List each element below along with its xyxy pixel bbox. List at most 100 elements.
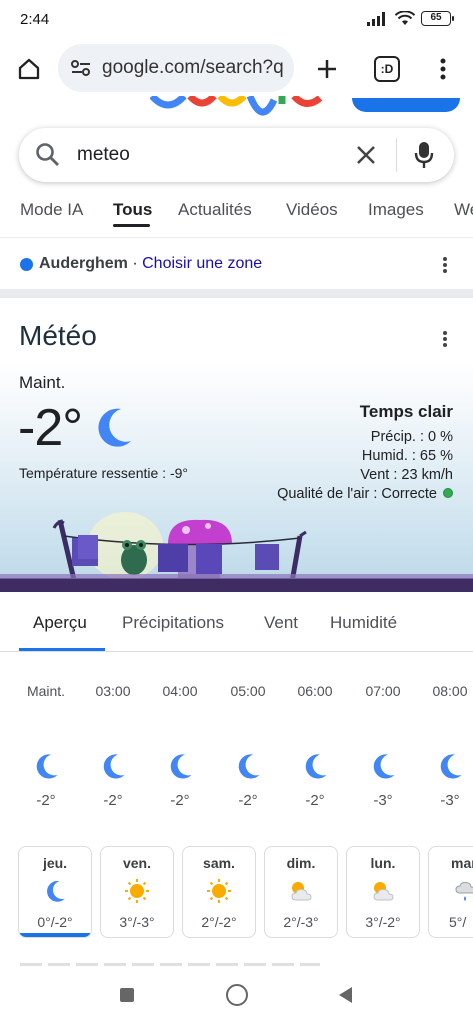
hour-time: 04:00 [162, 683, 198, 699]
search-input[interactable]: meteo [77, 144, 130, 166]
hour-temp: -2° [305, 792, 325, 809]
day-name: mar [451, 855, 473, 871]
hour-temp: -2° [170, 792, 190, 809]
status-bar: 2:44 65 [0, 0, 473, 40]
air-quality-stat: Qualité de l'air : Correcte [277, 486, 453, 502]
moon-icon [150, 752, 210, 780]
browser-menu-icon[interactable] [428, 54, 458, 84]
location-dot-icon [20, 258, 33, 271]
location-more-icon[interactable] [442, 256, 448, 279]
day-range: 2°/-3° [283, 914, 319, 930]
tab-precipitations[interactable]: Précipitations [122, 613, 224, 633]
active-subtab-indicator [19, 648, 105, 651]
hour-temp: -2° [36, 792, 56, 809]
day-card[interactable]: mar 5°/ [428, 846, 473, 938]
sign-in-button[interactable] [352, 98, 460, 112]
tab-actualites[interactable]: Actualités [178, 200, 252, 220]
tab-switcher-button[interactable]: :D [372, 54, 402, 84]
moon-icon [83, 752, 143, 780]
sun-icon [183, 879, 255, 903]
weather-condition: Temps clair [359, 402, 453, 421]
home-icon[interactable] [14, 54, 44, 84]
air-quality-text: Qualité de l'air : Correcte [277, 486, 437, 502]
microphone-icon[interactable] [414, 141, 434, 174]
selected-day-indicator [19, 933, 91, 937]
signal-icon [367, 11, 385, 26]
battery-indicator: 65 [421, 11, 454, 26]
hour-time: 05:00 [230, 683, 266, 699]
tab-apercu[interactable]: Aperçu [33, 613, 87, 633]
feels-like: Température ressentie : -9° [19, 465, 189, 481]
browser-toolbar: google.com/search?q :D [0, 40, 473, 98]
wifi-icon [395, 11, 415, 25]
day-range: 2°/-2° [201, 914, 237, 930]
hour-temp: -3° [440, 792, 460, 809]
weather-more-icon[interactable] [442, 330, 448, 353]
tab-vent[interactable]: Vent [264, 613, 298, 633]
tab-web[interactable]: We [454, 200, 473, 220]
sun-icon [101, 879, 173, 903]
tab-videos[interactable]: Vidéos [286, 200, 338, 220]
day-range: 5°/ [449, 914, 467, 930]
new-tab-icon[interactable] [312, 54, 342, 84]
tab-tous[interactable]: Tous [113, 200, 152, 220]
moon-icon [218, 752, 278, 780]
search-icon [35, 142, 61, 173]
tab-mode-ia[interactable]: Mode IA [20, 200, 83, 220]
moon-icon [19, 879, 91, 903]
day-card[interactable]: jeu. 0°/-2° [18, 846, 92, 938]
hour-time: 08:00 [432, 683, 468, 699]
hour-time: 06:00 [297, 683, 333, 699]
day-card[interactable]: lun. 3°/-2° [346, 846, 420, 938]
moon-icon [420, 752, 473, 780]
partly-cloudy-icon [265, 879, 337, 903]
partly-cloudy-icon [347, 879, 419, 903]
status-icons: 65 [367, 11, 454, 26]
day-card[interactable]: sam. 2°/-2° [182, 846, 256, 938]
choose-zone-link[interactable]: Choisir une zone [142, 255, 262, 272]
day-range: 3°/-2° [365, 914, 401, 930]
home-nav-icon[interactable] [226, 984, 248, 1006]
day-range: 3°/-3° [119, 914, 155, 930]
day-name: ven. [122, 855, 151, 871]
day-card[interactable]: dim. 2°/-3° [264, 846, 338, 938]
day-name: jeu. [42, 855, 68, 871]
hour-time: 07:00 [365, 683, 401, 699]
weather-tabs: Aperçu Précipitations Vent Humidité [0, 596, 473, 652]
now-label: Maint. [19, 373, 66, 392]
google-logo [150, 96, 330, 118]
location-row: Auderghem · Choisir une zone [0, 240, 473, 288]
status-time: 2:44 [20, 11, 50, 28]
recent-apps-icon[interactable] [120, 988, 134, 1002]
url-text: google.com/search?q [102, 57, 284, 78]
humidity-stat: Humid. : 65 % [361, 448, 453, 464]
search-divider [396, 138, 397, 172]
air-quality-dot-icon [443, 488, 453, 498]
system-nav-bar [0, 966, 473, 1024]
section-divider [0, 289, 473, 298]
wind-stat: Vent : 23 km/h [360, 467, 453, 483]
tab-images[interactable]: Images [368, 200, 424, 220]
hour-temp: -3° [373, 792, 393, 809]
location-name: Auderghem [39, 255, 128, 272]
precipitation-stat: Précip. : 0 % [370, 429, 453, 445]
search-tabs: Mode IA Tous Actualités Vidéos Images We [0, 190, 473, 238]
day-card[interactable]: ven. 3°/-3° [100, 846, 174, 938]
address-bar[interactable]: google.com/search?q [58, 44, 294, 92]
current-temperature: -2° [18, 399, 83, 457]
weather-title: Météo [19, 320, 97, 351]
rain-icon [429, 879, 473, 903]
hour-temp: -2° [103, 792, 123, 809]
site-settings-icon[interactable] [70, 58, 92, 78]
active-tab-indicator [113, 224, 150, 227]
tab-humidite[interactable]: Humidité [330, 613, 397, 633]
day-name: dim. [286, 855, 316, 871]
moon-icon [16, 752, 76, 780]
hour-time: Maint. [26, 683, 66, 699]
location-separator: · [127, 255, 143, 272]
clear-icon[interactable] [356, 145, 376, 170]
day-name: lun. [370, 855, 396, 871]
back-icon[interactable] [337, 986, 353, 1009]
location-text: Auderghem · Choisir une zone [39, 255, 262, 273]
hour-temp: -2° [238, 792, 258, 809]
